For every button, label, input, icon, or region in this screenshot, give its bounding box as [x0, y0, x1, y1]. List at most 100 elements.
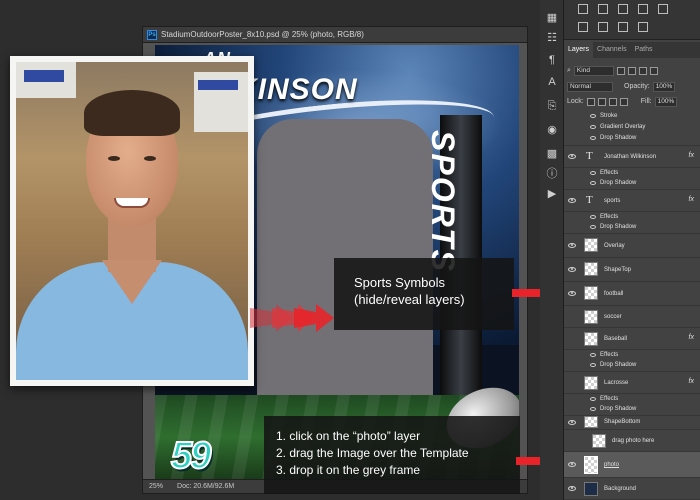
fx-icon[interactable]: fx: [689, 152, 694, 159]
layer-thumbnail: [584, 286, 598, 300]
effect-drop-shadow: Drop Shadow: [600, 224, 637, 230]
lock-all-icon[interactable]: [619, 97, 628, 106]
layer-drag-photo-here[interactable]: drag photo here: [564, 430, 700, 452]
visibility-eye-icon[interactable]: [568, 267, 576, 272]
layer-effects[interactable]: Effects Drop Shadow: [564, 394, 700, 416]
tab-channels[interactable]: Channels: [593, 42, 631, 58]
layer-name: ShapeBottom: [604, 419, 641, 425]
search-icon: ⌕: [567, 66, 571, 74]
filter-pixel-icon[interactable]: [616, 66, 625, 75]
paragraph-icon[interactable]: ¶: [544, 52, 560, 68]
clone-source-icon[interactable]: ⎘: [544, 98, 560, 114]
layer-name: soccer: [604, 314, 622, 320]
layer-comps-icon[interactable]: ◉: [544, 122, 560, 138]
tab-paths[interactable]: Paths: [631, 42, 657, 58]
layer-background[interactable]: Background: [564, 478, 700, 500]
style-swatch-icon[interactable]: [578, 22, 588, 32]
layer-thumbnail: [584, 456, 598, 474]
effect-visibility-icon[interactable]: [590, 125, 596, 129]
effect-visibility-icon[interactable]: [590, 136, 596, 140]
history-icon[interactable]: ▦: [544, 10, 560, 26]
fill-field[interactable]: 100%: [654, 96, 678, 107]
layer-shapetop[interactable]: ShapeTop: [564, 258, 700, 282]
grid-icon[interactable]: ▩: [544, 146, 560, 162]
style-swatch-icon[interactable]: [578, 4, 588, 14]
layer-thumbnail: [592, 434, 606, 448]
tab-layers[interactable]: Layers: [564, 42, 594, 58]
style-swatch-icon[interactable]: [658, 4, 668, 14]
info-icon[interactable]: ⓘ: [544, 166, 560, 182]
fx-icon[interactable]: fx: [689, 378, 694, 385]
background-banner-stripe: [24, 70, 64, 82]
callout-symbols-subtitle: (hide/reveal layers): [354, 292, 465, 307]
lock-pixels-icon[interactable]: [597, 97, 606, 106]
visibility-eye-icon[interactable]: [568, 198, 576, 203]
layer-photo[interactable]: photo: [564, 452, 700, 478]
filter-type-icon[interactable]: [638, 66, 647, 75]
layer-overlay[interactable]: Overlay: [564, 234, 700, 258]
effect-visibility-icon[interactable]: [590, 215, 596, 219]
layer-shapebottom[interactable]: ShapeBottom: [564, 416, 700, 430]
visibility-eye-icon[interactable]: [568, 154, 576, 159]
blend-mode-select[interactable]: Normal: [567, 81, 613, 92]
layer-football[interactable]: football: [564, 282, 700, 306]
visibility-eye-icon[interactable]: [568, 420, 576, 425]
effect-gradient-overlay: Gradient Overlay: [600, 124, 646, 130]
layer-soccer[interactable]: soccer: [564, 306, 700, 328]
layer-name: sports: [604, 198, 621, 204]
layer-effects-group[interactable]: Stroke Gradient Overlay Drop Shadow: [564, 110, 700, 146]
effect-visibility-icon[interactable]: [590, 407, 596, 411]
layer-thumbnail: [584, 310, 598, 324]
fx-icon[interactable]: fx: [689, 334, 694, 341]
visibility-eye-icon[interactable]: [568, 243, 576, 248]
layers-list: Stroke Gradient Overlay Drop Shadow T Jo…: [564, 110, 700, 500]
style-swatch-icon[interactable]: [618, 4, 628, 14]
layer-lacrosse[interactable]: Lacrosse fx: [564, 372, 700, 394]
character-icon[interactable]: A: [544, 74, 560, 90]
style-swatch-icon[interactable]: [638, 4, 648, 14]
lock-label: Lock:: [567, 98, 584, 105]
visibility-eye-icon[interactable]: [568, 291, 576, 296]
person-photo[interactable]: [10, 56, 254, 386]
effect-visibility-icon[interactable]: [590, 181, 596, 185]
play-icon[interactable]: ▶: [544, 186, 560, 202]
layer-sports[interactable]: T sports fx: [564, 190, 700, 212]
visibility-eye-icon[interactable]: [568, 486, 576, 491]
lock-transparent-icon[interactable]: [586, 97, 595, 106]
layer-jonathan-wilkinson[interactable]: T Jonathan Wilkinson fx: [564, 146, 700, 168]
layer-effects[interactable]: Effects Drop Shadow: [564, 350, 700, 372]
effect-visibility-icon[interactable]: [590, 397, 596, 401]
style-swatch-icon[interactable]: [618, 22, 628, 32]
panel-toolstrip: ▦ ☷ ¶ A ⎘ ◉ ▩ ⓘ ▶: [540, 0, 564, 500]
type-layer-icon: T: [586, 194, 593, 206]
layer-name: football: [604, 291, 624, 297]
document-title: StadiumOutdoorPoster_8x10.psd @ 25% (pho…: [161, 30, 364, 39]
fill-value: 100%: [657, 98, 675, 105]
style-swatch-icon[interactable]: [598, 4, 608, 14]
layer-name: photo: [604, 462, 620, 468]
zoom-level[interactable]: 25%: [149, 483, 163, 490]
effect-visibility-icon[interactable]: [590, 363, 596, 367]
layer-thumbnail: [584, 238, 598, 252]
layer-baseball[interactable]: Baseball fx: [564, 328, 700, 350]
lock-row: Lock: Fill: 100%: [564, 95, 700, 108]
effect-visibility-icon[interactable]: [590, 114, 596, 118]
layer-effects[interactable]: Effects Drop Shadow: [564, 168, 700, 190]
visibility-eye-icon[interactable]: [568, 462, 576, 467]
instruction-step-2: 2. drag the Image over the Template: [276, 446, 469, 460]
fx-icon[interactable]: fx: [689, 196, 694, 203]
lock-position-icon[interactable]: [608, 97, 617, 106]
document-tab[interactable]: Ps StadiumOutdoorPoster_8x10.psd @ 25% (…: [143, 27, 527, 43]
adjust-icon[interactable]: ☷: [544, 30, 560, 46]
style-swatch-icon[interactable]: [598, 22, 608, 32]
style-swatch-icon[interactable]: [638, 22, 648, 32]
effect-visibility-icon[interactable]: [590, 171, 596, 175]
effect-visibility-icon[interactable]: [590, 353, 596, 357]
layer-thumbnail: [584, 482, 598, 496]
kind-filter-select[interactable]: Kind: [573, 65, 614, 76]
filter-shape-icon[interactable]: [649, 66, 658, 75]
layer-effects[interactable]: Effects Drop Shadow: [564, 212, 700, 234]
opacity-field[interactable]: 100%: [652, 81, 676, 92]
effect-visibility-icon[interactable]: [590, 225, 596, 229]
filter-adjust-icon[interactable]: [627, 66, 636, 75]
